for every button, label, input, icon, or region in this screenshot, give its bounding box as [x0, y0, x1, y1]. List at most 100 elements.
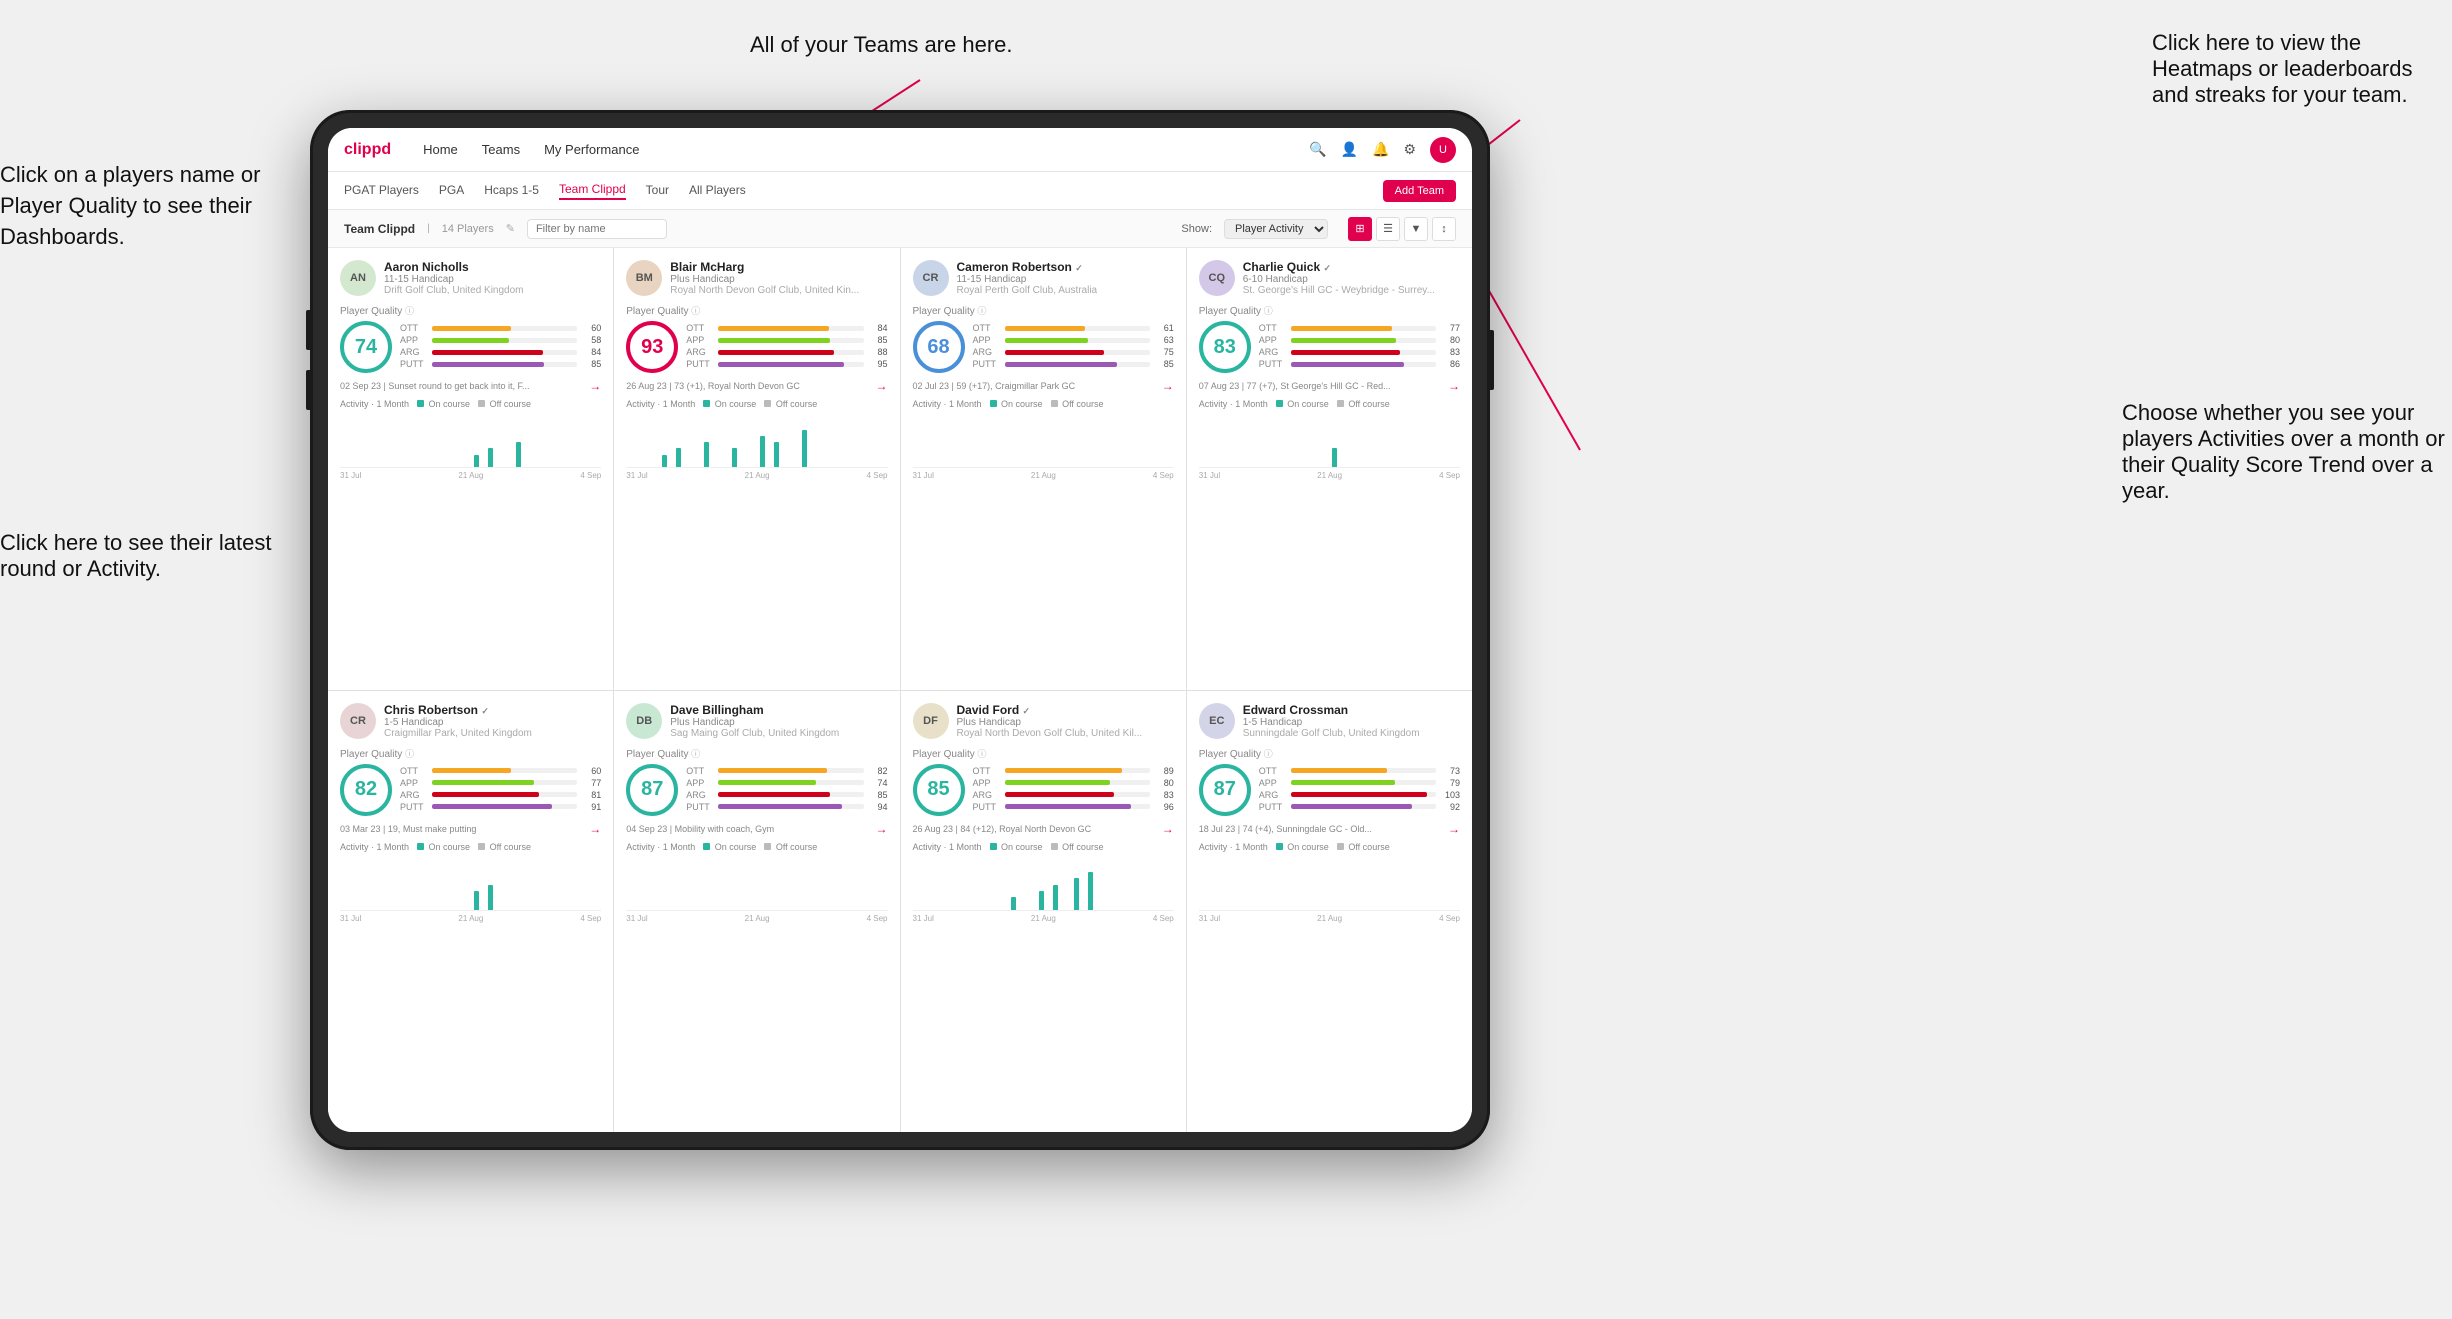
- player-name[interactable]: Charlie Quick ✓: [1243, 260, 1460, 274]
- stat-bar-arg: [1291, 350, 1401, 355]
- stat-value-arg: 85: [868, 790, 888, 800]
- sort-button[interactable]: ↕: [1432, 217, 1456, 241]
- nav-home[interactable]: Home: [423, 142, 458, 157]
- card-header: CR Chris Robertson ✓ 1-5 Handicap Craigm…: [340, 703, 601, 739]
- off-course-text: Off course: [1062, 399, 1103, 409]
- on-course-legend: On course: [1276, 399, 1329, 409]
- player-name[interactable]: Blair McHarg: [670, 260, 887, 274]
- quality-circle[interactable]: 82: [340, 764, 392, 816]
- stat-label-app: APP: [686, 335, 714, 345]
- stat-label-putt: PUTT: [686, 359, 714, 369]
- latest-round[interactable]: 26 Aug 23 | 84 (+12), Royal North Devon …: [913, 822, 1174, 836]
- avatar[interactable]: U: [1430, 137, 1456, 163]
- add-team-button[interactable]: Add Team: [1383, 180, 1456, 202]
- player-name[interactable]: Cameron Robertson ✓: [957, 260, 1174, 274]
- player-info: Chris Robertson ✓ 1-5 Handicap Craigmill…: [384, 703, 601, 739]
- latest-round[interactable]: 04 Sep 23 | Mobility with coach, Gym →: [626, 822, 887, 836]
- round-arrow-icon[interactable]: →: [1162, 822, 1174, 836]
- grid-view-button[interactable]: ⊞: [1348, 217, 1372, 241]
- activity-header: Activity · 1 Month On course Off course: [1199, 842, 1460, 852]
- quality-circle[interactable]: 87: [1199, 764, 1251, 816]
- subnav-team-clippd[interactable]: Team Clippd: [559, 182, 626, 200]
- round-arrow-icon[interactable]: →: [1448, 822, 1460, 836]
- quality-circle[interactable]: 85: [913, 764, 965, 816]
- round-arrow-icon[interactable]: →: [589, 379, 601, 393]
- edit-icon[interactable]: ✎: [506, 222, 515, 235]
- round-arrow-icon[interactable]: →: [876, 379, 888, 393]
- player-avatar[interactable]: DF: [913, 703, 949, 739]
- round-arrow-icon[interactable]: →: [589, 822, 601, 836]
- nav-my-performance[interactable]: My Performance: [544, 142, 639, 157]
- cards-grid: AN Aaron Nicholls 11-15 Handicap Drift G…: [328, 248, 1472, 1132]
- quality-circle[interactable]: 68: [913, 321, 965, 373]
- latest-round[interactable]: 02 Sep 23 | Sunset round to get back int…: [340, 379, 601, 393]
- quality-circle[interactable]: 87: [626, 764, 678, 816]
- list-view-button[interactable]: ☰: [1376, 217, 1400, 241]
- player-name[interactable]: Aaron Nicholls: [384, 260, 601, 274]
- chart-bar-oncourse: [676, 448, 681, 467]
- player-card[interactable]: CQ Charlie Quick ✓ 6-10 Handicap St. Geo…: [1187, 248, 1472, 690]
- annotation-click-players-text: Click on a players name or Player Qualit…: [0, 162, 260, 249]
- user-icon[interactable]: 👤: [1341, 141, 1358, 158]
- filter-button[interactable]: ▼: [1404, 217, 1428, 241]
- search-icon[interactable]: 🔍: [1309, 141, 1326, 158]
- off-course-dot: [1051, 843, 1058, 850]
- show-select[interactable]: Player Activity: [1224, 219, 1328, 239]
- stat-value-ott: 60: [581, 323, 601, 333]
- player-avatar[interactable]: CQ: [1199, 260, 1235, 296]
- player-avatar[interactable]: CR: [913, 260, 949, 296]
- player-name[interactable]: Chris Robertson ✓: [384, 703, 601, 717]
- player-name[interactable]: David Ford ✓: [957, 703, 1174, 717]
- subnav-tour[interactable]: Tour: [646, 183, 669, 199]
- round-arrow-icon[interactable]: →: [876, 822, 888, 836]
- subnav-all-players[interactable]: All Players: [689, 183, 746, 199]
- stat-bar-ott-container: [432, 326, 577, 331]
- bell-icon[interactable]: 🔔: [1372, 141, 1389, 158]
- subnav-pga[interactable]: PGA: [439, 183, 464, 199]
- latest-round[interactable]: 02 Jul 23 | 59 (+17), Craigmillar Park G…: [913, 379, 1174, 393]
- on-course-text: On course: [1001, 842, 1043, 852]
- latest-round[interactable]: 18 Jul 23 | 74 (+4), Sunningdale GC - Ol…: [1199, 822, 1460, 836]
- stat-row-putt: PUTT 95: [686, 359, 887, 369]
- settings-icon[interactable]: ⚙: [1403, 141, 1416, 158]
- latest-round[interactable]: 26 Aug 23 | 73 (+1), Royal North Devon G…: [626, 379, 887, 393]
- quality-circle[interactable]: 74: [340, 321, 392, 373]
- player-club: Drift Golf Club, United Kingdom: [384, 285, 601, 296]
- subnav-hcaps[interactable]: Hcaps 1-5: [484, 183, 539, 199]
- latest-round[interactable]: 07 Aug 23 | 77 (+7), St George's Hill GC…: [1199, 379, 1460, 393]
- activity-chart: [340, 413, 601, 468]
- player-avatar[interactable]: CR: [340, 703, 376, 739]
- subnav-pgat[interactable]: PGAT Players: [344, 183, 419, 199]
- player-card[interactable]: CR Chris Robertson ✓ 1-5 Handicap Craigm…: [328, 691, 613, 1133]
- latest-round[interactable]: 03 Mar 23 | 19, Must make putting →: [340, 822, 601, 836]
- player-avatar[interactable]: AN: [340, 260, 376, 296]
- stat-bar-app-container: [718, 780, 863, 785]
- stats-container: OTT 60 APP 58 ARG: [400, 323, 601, 371]
- player-card[interactable]: BM Blair McHarg Plus Handicap Royal Nort…: [614, 248, 899, 690]
- on-course-legend: On course: [417, 399, 470, 409]
- on-course-dot: [1276, 400, 1283, 407]
- quality-circle[interactable]: 83: [1199, 321, 1251, 373]
- stat-value-ott: 82: [868, 766, 888, 776]
- player-name[interactable]: Dave Billingham: [670, 703, 887, 717]
- player-avatar[interactable]: DB: [626, 703, 662, 739]
- player-avatar[interactable]: BM: [626, 260, 662, 296]
- filter-input[interactable]: [527, 219, 667, 239]
- player-name[interactable]: Edward Crossman: [1243, 703, 1460, 717]
- quality-circle[interactable]: 93: [626, 321, 678, 373]
- stat-bar-ott: [718, 326, 829, 331]
- player-card[interactable]: AN Aaron Nicholls 11-15 Handicap Drift G…: [328, 248, 613, 690]
- player-card[interactable]: DF David Ford ✓ Plus Handicap Royal Nort…: [901, 691, 1186, 1133]
- player-card[interactable]: CR Cameron Robertson ✓ 11-15 Handicap Ro…: [901, 248, 1186, 690]
- stat-bar-putt: [718, 362, 843, 367]
- player-club: St. George's Hill GC - Weybridge - Surre…: [1243, 285, 1460, 296]
- player-card[interactable]: EC Edward Crossman 1-5 Handicap Sunningd…: [1187, 691, 1472, 1133]
- player-card[interactable]: DB Dave Billingham Plus Handicap Sag Mai…: [614, 691, 899, 1133]
- quality-label: Player Quality ⓘ: [340, 747, 601, 760]
- card-header: DF David Ford ✓ Plus Handicap Royal Nort…: [913, 703, 1174, 739]
- stat-row-putt: PUTT 85: [400, 359, 601, 369]
- round-arrow-icon[interactable]: →: [1448, 379, 1460, 393]
- player-avatar[interactable]: EC: [1199, 703, 1235, 739]
- round-arrow-icon[interactable]: →: [1162, 379, 1174, 393]
- nav-teams[interactable]: Teams: [482, 142, 520, 157]
